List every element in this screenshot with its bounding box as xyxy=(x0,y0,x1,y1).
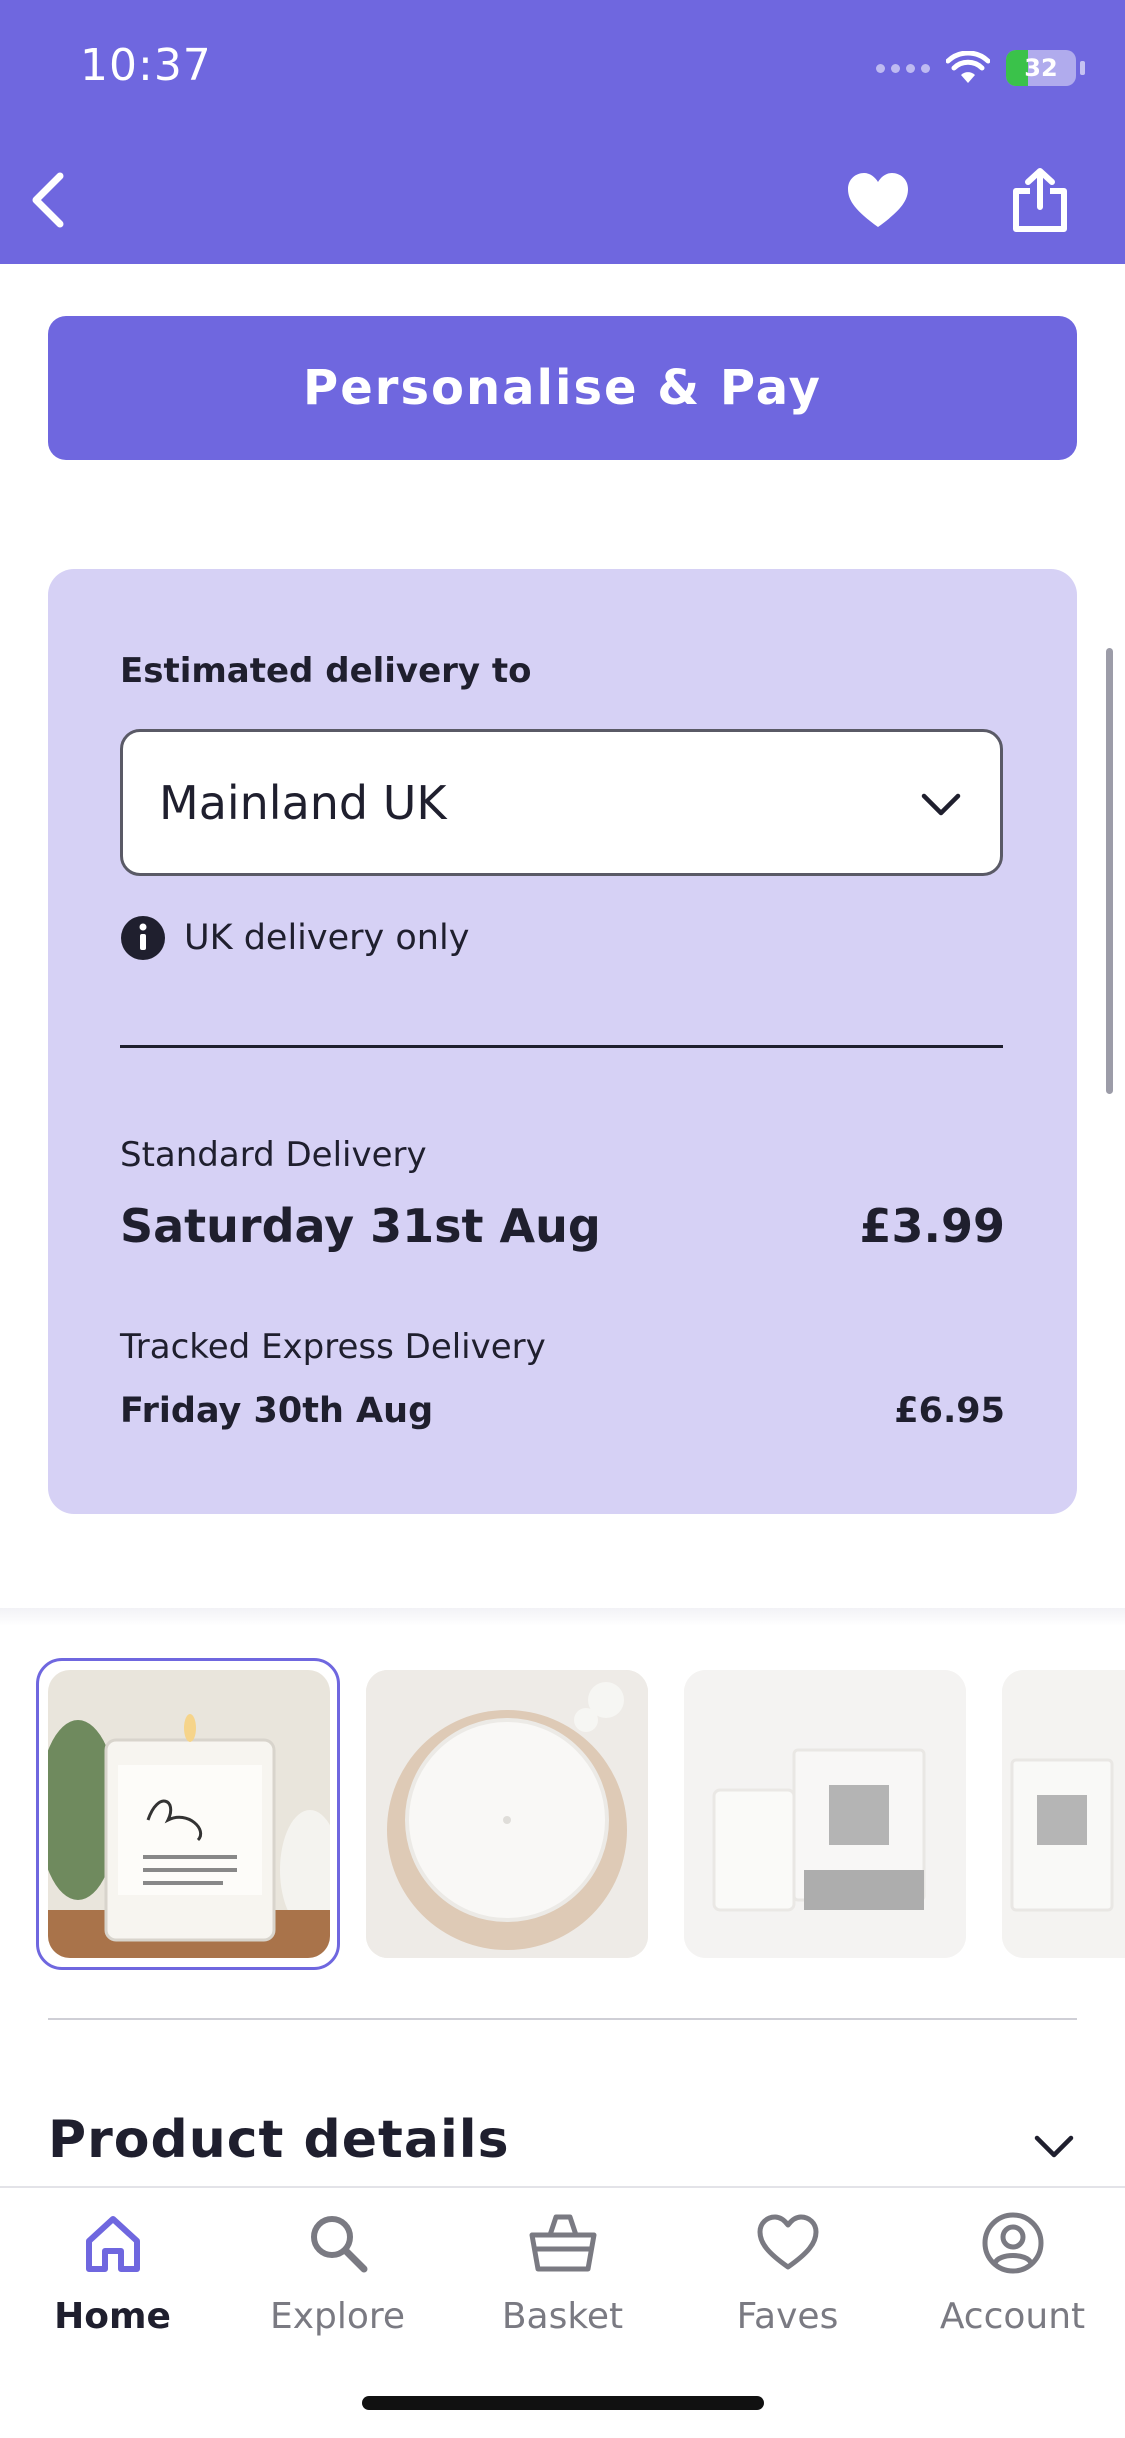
share-icon xyxy=(1013,168,1067,232)
account-icon xyxy=(978,2208,1048,2278)
tab-basket[interactable]: Basket xyxy=(450,2208,675,2337)
personalise-and-pay-button[interactable]: Personalise & Pay xyxy=(48,316,1077,460)
chevron-down-icon xyxy=(921,793,961,816)
delivery-note: UK delivery only xyxy=(120,915,469,961)
delivery-option-price: £6.95 xyxy=(894,1391,1005,1431)
status-icons: 32 xyxy=(876,46,1085,90)
home-icon xyxy=(78,2208,148,2278)
delivery-region-value: Mainland UK xyxy=(159,776,447,830)
share-button[interactable] xyxy=(1000,160,1080,240)
basket-icon xyxy=(528,2208,598,2278)
candle-gift-box-image xyxy=(1002,1670,1125,1958)
delivery-note-text: UK delivery only xyxy=(184,918,470,958)
search-icon xyxy=(303,2208,373,2278)
candle-jar-image xyxy=(48,1670,330,1958)
tab-label: Basket xyxy=(501,2296,624,2337)
tab-label: Explore xyxy=(269,2296,406,2337)
delivery-label: Estimated delivery to xyxy=(120,651,532,691)
chevron-left-icon xyxy=(32,172,64,228)
tab-label: Home xyxy=(54,2296,171,2337)
tab-explore[interactable]: Explore xyxy=(225,2208,450,2337)
gallery-thumbnail[interactable] xyxy=(1002,1670,1125,1958)
back-button[interactable] xyxy=(8,160,88,240)
info-icon xyxy=(121,916,165,960)
home-indicator[interactable] xyxy=(362,2396,764,2410)
battery-cap xyxy=(1080,61,1085,75)
gallery-thumbnail[interactable] xyxy=(684,1670,966,1958)
product-details-toggle[interactable]: Product details xyxy=(48,2110,510,2170)
top-app-bar: 10:37 32 xyxy=(0,0,1125,264)
section-divider xyxy=(48,2018,1077,2020)
delivery-card: Estimated delivery to Mainland UK UK del… xyxy=(48,569,1077,1514)
delivery-region-select[interactable]: Mainland UK xyxy=(120,729,1003,876)
tab-label: Account xyxy=(939,2296,1086,2337)
delivery-option-date: Saturday 31st Aug xyxy=(120,1199,601,1253)
delivery-option-price: £3.99 xyxy=(859,1199,1005,1253)
gallery-divider xyxy=(0,1608,1125,1626)
battery-icon: 32 xyxy=(1006,50,1076,86)
chevron-down-icon[interactable] xyxy=(1031,2124,1077,2170)
heart-outline-icon xyxy=(753,2208,823,2278)
scrollbar[interactable] xyxy=(1106,648,1113,1094)
candle-top-view-image xyxy=(366,1670,648,1958)
delivery-option-name: Standard Delivery xyxy=(120,1135,427,1175)
candle-packaging-image xyxy=(684,1670,966,1958)
status-time: 10:37 xyxy=(80,40,212,91)
gallery-thumbnail[interactable] xyxy=(48,1670,330,1958)
delivery-option-name: Tracked Express Delivery xyxy=(120,1327,546,1367)
heart-icon xyxy=(848,173,908,227)
cellular-signal-icon xyxy=(876,63,930,73)
tab-faves[interactable]: Faves xyxy=(675,2208,900,2337)
divider xyxy=(120,1045,1003,1048)
tab-label: Faves xyxy=(736,2296,839,2337)
favorite-button[interactable] xyxy=(838,160,918,240)
gallery-thumbnail[interactable] xyxy=(366,1670,648,1958)
tab-home[interactable]: Home xyxy=(0,2208,225,2337)
delivery-option-date: Friday 30th Aug xyxy=(120,1391,434,1431)
tab-account[interactable]: Account xyxy=(900,2208,1125,2337)
wifi-icon xyxy=(946,51,990,83)
